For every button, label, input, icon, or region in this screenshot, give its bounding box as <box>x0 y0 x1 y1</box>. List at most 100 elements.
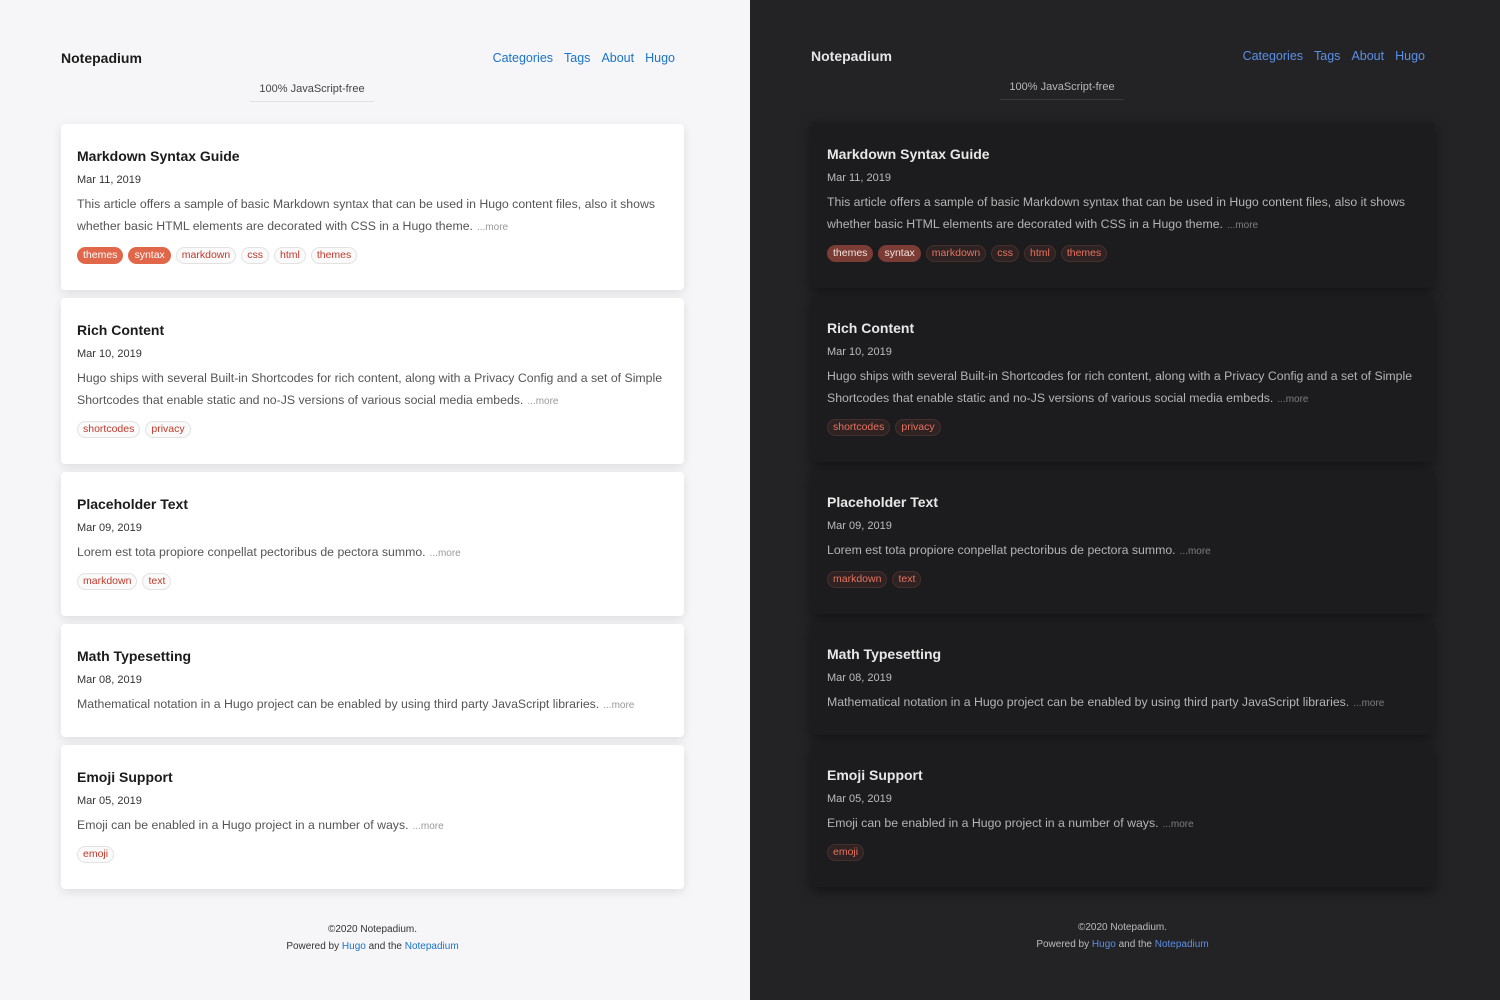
footer-powered-prefix: Powered by <box>286 941 340 952</box>
tag-chip[interactable]: themes <box>1060 245 1108 262</box>
post-title[interactable]: Markdown Syntax Guide <box>77 148 668 164</box>
post-date: Mar 05, 2019 <box>827 793 892 805</box>
site-footer: ©2020 Notepadium. Powered by Hugo and th… <box>61 921 684 955</box>
read-more-link[interactable]: ...more <box>1180 546 1211 557</box>
tag-chip[interactable]: themes <box>827 245 874 262</box>
post-card: Emoji Support Mar 05, 2019 Emoji can be … <box>61 745 684 889</box>
read-more-link[interactable]: ...more <box>527 396 558 407</box>
post-card: Emoji Support Mar 05, 2019 Emoji can be … <box>811 743 1434 887</box>
post-summary-text: Emoji can be enabled in a Hugo project i… <box>77 818 409 832</box>
post-card: Rich Content Mar 10, 2019 Hugo ships wit… <box>61 298 684 464</box>
post-summary-text: This article offers a sample of basic Ma… <box>77 197 656 233</box>
site-footer: ©2020 Notepadium. Powered by Hugo and th… <box>811 919 1434 953</box>
nav-tags-link[interactable]: Tags <box>1314 49 1340 63</box>
read-more-link[interactable]: ...more <box>413 821 444 832</box>
tag-chip[interactable]: html <box>1023 245 1056 262</box>
post-title[interactable]: Markdown Syntax Guide <box>827 146 1418 162</box>
post-card: Placeholder Text Mar 09, 2019 Lorem est … <box>61 472 684 616</box>
tag-chip[interactable]: syntax <box>128 247 171 264</box>
read-more-link[interactable]: ...more <box>1227 220 1258 231</box>
post-title[interactable]: Rich Content <box>77 322 668 338</box>
post-date: Mar 08, 2019 <box>827 672 892 684</box>
post-title[interactable]: Math Typesetting <box>77 648 668 664</box>
read-more-link[interactable]: ...more <box>477 222 508 233</box>
read-more-link[interactable]: ...more <box>603 700 634 711</box>
post-tags: themes syntax markdown css html themes <box>77 247 668 264</box>
tag-chip[interactable]: markdown <box>175 247 237 264</box>
tag-chip[interactable]: emoji <box>827 844 865 861</box>
post-tags: emoji <box>827 844 1418 861</box>
tag-chip[interactable]: privacy <box>895 419 941 436</box>
post-card: Placeholder Text Mar 09, 2019 Lorem est … <box>811 470 1434 614</box>
tag-chip[interactable]: shortcodes <box>77 421 141 438</box>
post-summary: Hugo ships with several Built-in Shortco… <box>77 367 668 413</box>
nav-hugo-link[interactable]: Hugo <box>1395 49 1425 63</box>
tag-chip[interactable]: html <box>273 247 306 264</box>
post-summary: Emoji can be enabled in a Hugo project i… <box>77 814 668 838</box>
nav-about-link[interactable]: About <box>1351 49 1384 63</box>
post-summary-text: Hugo ships with several Built-in Shortco… <box>77 371 663 407</box>
post-summary: Lorem est tota propiore conpellat pector… <box>77 541 668 565</box>
footer-theme-link[interactable]: Notepadium <box>405 941 459 952</box>
nav-categories-link[interactable]: Categories <box>1243 49 1303 63</box>
nav-categories-link[interactable]: Categories <box>493 51 553 65</box>
site-title[interactable]: Notepadium <box>811 48 892 64</box>
post-tags: emoji <box>77 846 668 863</box>
post-summary: This article offers a sample of basic Ma… <box>77 193 668 239</box>
tag-chip[interactable]: css <box>241 247 269 264</box>
post-summary-text: Mathematical notation in a Hugo project … <box>77 697 600 711</box>
tag-chip[interactable]: shortcodes <box>827 419 891 436</box>
post-date: Mar 11, 2019 <box>827 172 892 184</box>
tag-chip[interactable]: text <box>142 573 172 590</box>
post-title[interactable]: Rich Content <box>827 320 1418 336</box>
nav-tags-link[interactable]: Tags <box>564 51 590 65</box>
post-tags: markdown text <box>77 573 668 590</box>
post-title[interactable]: Emoji Support <box>827 767 1418 783</box>
post-tags: markdown text <box>827 571 1418 588</box>
read-more-link[interactable]: ...more <box>1277 394 1308 405</box>
footer-copyright: ©2020 Notepadium. <box>327 924 418 935</box>
main-nav: Categories Tags About Hugo <box>493 51 675 65</box>
nav-hugo-link[interactable]: Hugo <box>645 51 675 65</box>
post-title[interactable]: Emoji Support <box>77 769 668 785</box>
nav-about-link[interactable]: About <box>601 51 634 65</box>
post-summary-text: Lorem est tota propiore conpellat pector… <box>827 543 1176 557</box>
site-tagline: 100% JavaScript-free <box>250 83 374 102</box>
read-more-link[interactable]: ...more <box>430 548 461 559</box>
post-tags: shortcodes privacy <box>827 419 1418 436</box>
tag-chip[interactable]: markdown <box>925 245 987 262</box>
tag-chip[interactable]: markdown <box>827 571 888 588</box>
site-header: Notepadium Categories Tags About Hugo <box>811 42 1434 72</box>
post-tags: themes syntax markdown css html themes <box>827 245 1418 262</box>
post-card: Math Typesetting Mar 08, 2019 Mathematic… <box>811 622 1434 735</box>
tag-chip[interactable]: text <box>892 571 922 588</box>
read-more-link[interactable]: ...more <box>1163 819 1194 830</box>
post-title[interactable]: Placeholder Text <box>827 494 1418 510</box>
footer-copyright: ©2020 Notepadium. <box>1077 922 1168 933</box>
post-summary: Emoji can be enabled in a Hugo project i… <box>827 812 1418 836</box>
footer-hugo-link[interactable]: Hugo <box>1092 939 1116 950</box>
tag-chip[interactable]: themes <box>310 247 358 264</box>
tag-chip[interactable]: privacy <box>145 421 191 438</box>
read-more-link[interactable]: ...more <box>1353 698 1384 709</box>
post-date: Mar 10, 2019 <box>827 346 892 358</box>
footer-hugo-link[interactable]: Hugo <box>342 941 366 952</box>
post-summary: Hugo ships with several Built-in Shortco… <box>827 365 1418 411</box>
tag-chip[interactable]: themes <box>77 247 124 264</box>
post-title[interactable]: Placeholder Text <box>77 496 668 512</box>
post-summary: Mathematical notation in a Hugo project … <box>77 693 668 717</box>
tag-chip[interactable]: css <box>991 245 1019 262</box>
post-card: Markdown Syntax Guide Mar 11, 2019 This … <box>811 122 1434 288</box>
post-summary: Mathematical notation in a Hugo project … <box>827 691 1418 715</box>
post-summary-text: Mathematical notation in a Hugo project … <box>827 695 1350 709</box>
tag-chip[interactable]: emoji <box>77 846 115 863</box>
footer-powered-by: Powered by Hugo and the Notepadium <box>61 938 684 955</box>
footer-powered-by: Powered by Hugo and the Notepadium <box>811 936 1434 953</box>
post-title[interactable]: Math Typesetting <box>827 646 1418 662</box>
post-card: Markdown Syntax Guide Mar 11, 2019 This … <box>61 124 684 290</box>
tag-chip[interactable]: syntax <box>878 245 921 262</box>
post-summary: Lorem est tota propiore conpellat pector… <box>827 539 1418 563</box>
site-title[interactable]: Notepadium <box>61 50 142 66</box>
tag-chip[interactable]: markdown <box>77 573 138 590</box>
footer-theme-link[interactable]: Notepadium <box>1155 939 1209 950</box>
